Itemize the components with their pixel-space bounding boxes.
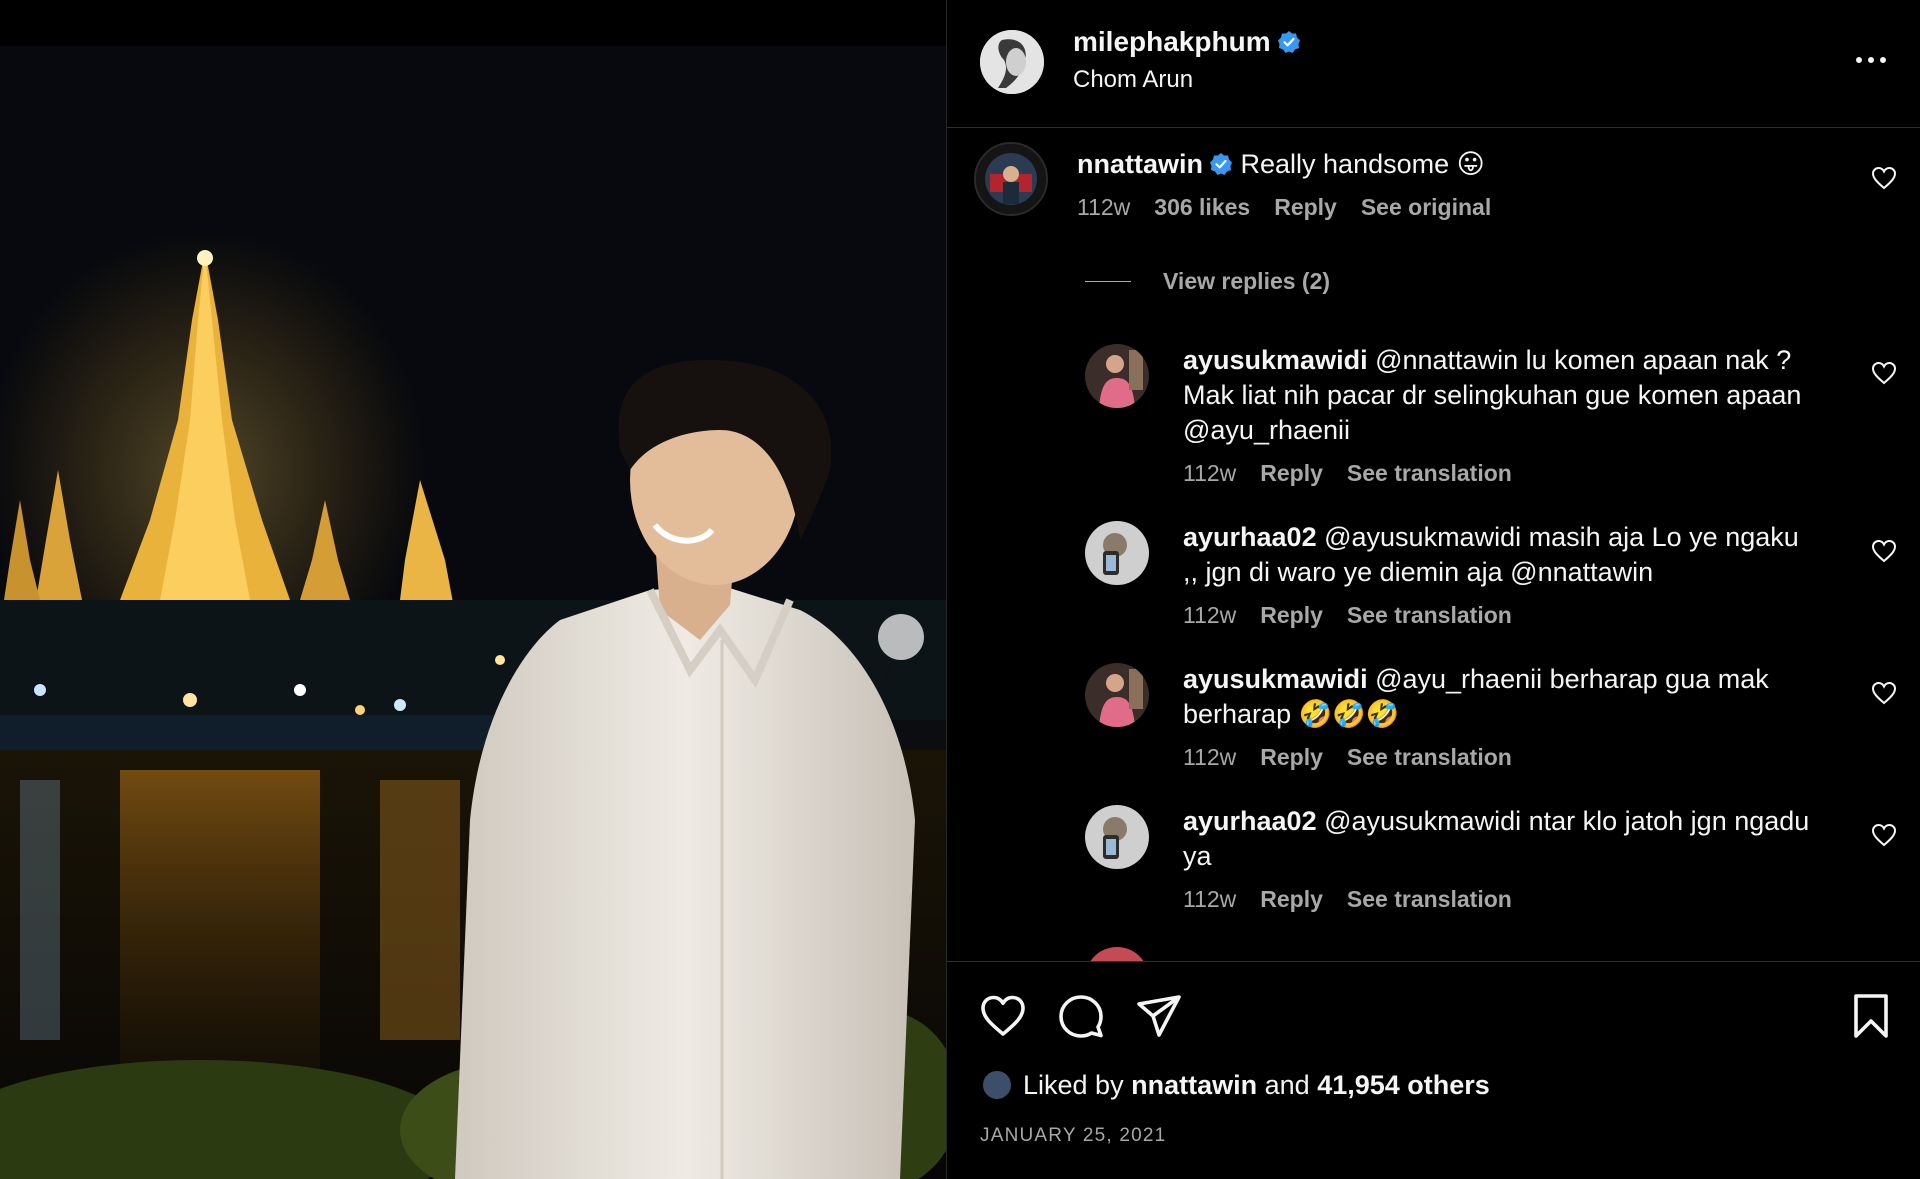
comment-username[interactable]: nnattawin <box>1077 149 1203 179</box>
comments-list[interactable]: nnattawin Really handsome 😛 112w 306 lik… <box>947 129 1920 961</box>
reply-meta: 112w Reply See translation <box>1183 602 1813 629</box>
post-date[interactable]: JANUARY 25, 2021 <box>980 1125 1166 1147</box>
more-options-icon[interactable] <box>1851 48 1891 72</box>
see-translation-button[interactable]: See translation <box>1347 602 1512 629</box>
post-location[interactable]: Chom Arun <box>1073 66 1193 94</box>
verified-badge-icon <box>1277 31 1300 53</box>
reply-username[interactable]: ayusukmawidi <box>1183 345 1368 375</box>
liked-by-and: and <box>1264 1069 1310 1100</box>
comment-time: 112w <box>1077 194 1131 220</box>
top-comment: nnattawin Really handsome 😛 112w 306 lik… <box>1077 147 1837 221</box>
reply-username[interactable]: ayurhaa02 <box>1183 806 1317 836</box>
liked-by: Liked by nnattawin and 41,954 others <box>981 1069 1490 1101</box>
comment-body: Really handsome 😛 <box>1240 149 1485 179</box>
photo-illustration <box>0 46 946 1179</box>
see-translation-button[interactable]: See translation <box>1347 744 1512 771</box>
verified-badge-icon <box>1210 153 1232 175</box>
reply-comment: ayusukmawidi @nnattawin lu komen apaan n… <box>1183 343 1813 487</box>
reply-avatar-image <box>1085 663 1149 727</box>
reply-username[interactable]: ayusukmawidi <box>1183 664 1368 694</box>
partial-reply-avatar <box>1085 947 1149 961</box>
owner-username[interactable]: milephakphum <box>1073 26 1301 58</box>
reply-button[interactable]: Reply <box>1260 744 1323 771</box>
reply-text: ayurhaa02 @ayusukmawidi ntar klo jatoh j… <box>1183 804 1813 874</box>
liked-by-prefix: Liked by <box>1023 1069 1124 1100</box>
comment-bubble-icon[interactable] <box>1057 992 1105 1040</box>
chevron-right-icon <box>883 661 894 679</box>
reply-avatar[interactable] <box>1085 663 1149 727</box>
owner-avatar[interactable] <box>980 30 1044 94</box>
view-replies-label: View replies (2) <box>1163 268 1331 294</box>
post-photo <box>0 0 946 1179</box>
photo-top-bar <box>0 0 946 46</box>
reply-button[interactable]: Reply <box>1274 194 1337 221</box>
reply-username[interactable]: ayurhaa02 <box>1183 522 1317 552</box>
reply-avatar-image <box>1085 805 1149 869</box>
comment-meta: 112w 306 likes Reply See original <box>1077 194 1837 221</box>
reply-meta: 112w Reply See translation <box>1183 886 1813 913</box>
post-header: milephakphum Chom Arun <box>947 0 1920 128</box>
paper-plane-icon[interactable] <box>1135 992 1183 1040</box>
reply-avatar[interactable] <box>1085 344 1149 408</box>
commenter-avatar[interactable] <box>974 142 1048 216</box>
comment-like-heart-icon[interactable] <box>1871 539 1897 563</box>
comment-like-heart-icon[interactable] <box>1871 681 1897 705</box>
view-replies-button[interactable]: View replies (2) <box>1085 268 1330 295</box>
comment-like-heart-icon[interactable] <box>1871 823 1897 847</box>
reply-time: 112w <box>1183 460 1237 486</box>
owner-avatar-image <box>980 30 1044 94</box>
reply-comment: ayurhaa02 @ayusukmawidi ntar klo jatoh j… <box>1183 804 1813 913</box>
comment-like-heart-icon[interactable] <box>1871 361 1897 385</box>
see-translation-button[interactable]: See translation <box>1347 460 1512 487</box>
reply-button[interactable]: Reply <box>1260 602 1323 629</box>
reply-button[interactable]: Reply <box>1260 886 1323 913</box>
reply-text: ayusukmawidi @ayu_rhaenii berharap gua m… <box>1183 662 1813 732</box>
view-replies-line <box>1085 281 1131 282</box>
comment-like-heart-icon[interactable] <box>1871 166 1897 190</box>
see-translation-button[interactable]: See translation <box>1347 886 1512 913</box>
reply-time: 112w <box>1183 886 1237 912</box>
commenter-avatar-image <box>976 144 1046 214</box>
reply-avatar[interactable] <box>1085 521 1149 585</box>
reply-comment: ayurhaa02 @ayusukmawidi masih aja Lo ye … <box>1183 520 1813 629</box>
heart-icon[interactable] <box>979 992 1027 1040</box>
comment-text-line: nnattawin Really handsome 😛 <box>1077 147 1837 182</box>
bookmark-icon[interactable] <box>1847 992 1895 1040</box>
liker-avatar[interactable] <box>981 1069 1013 1101</box>
reply-meta: 112w Reply See translation <box>1183 744 1813 771</box>
comment-likes[interactable]: 306 likes <box>1154 194 1250 221</box>
reply-text: ayurhaa02 @ayusukmawidi masih aja Lo ye … <box>1183 520 1813 590</box>
reply-comment: ayusukmawidi @ayu_rhaenii berharap gua m… <box>1183 662 1813 771</box>
reply-avatar-image <box>1085 344 1149 408</box>
reply-button[interactable]: Reply <box>1260 460 1323 487</box>
see-original-button[interactable]: See original <box>1361 194 1491 221</box>
post-panel: milephakphum Chom Arun nnattawin Really … <box>946 0 1920 1179</box>
next-photo-button[interactable] <box>878 614 924 679</box>
reply-avatar[interactable] <box>1085 805 1149 869</box>
reply-text: ayusukmawidi @nnattawin lu komen apaan n… <box>1183 343 1813 448</box>
liked-by-others[interactable]: 41,954 others <box>1317 1070 1490 1101</box>
liked-by-user[interactable]: nnattawin <box>1131 1070 1257 1101</box>
post-actions: Liked by nnattawin and 41,954 others JAN… <box>947 961 1920 1179</box>
reply-time: 112w <box>1183 744 1237 770</box>
reply-meta: 112w Reply See translation <box>1183 460 1813 487</box>
reply-avatar-image <box>1085 521 1149 585</box>
owner-username-text[interactable]: milephakphum <box>1073 26 1271 57</box>
reply-time: 112w <box>1183 602 1237 628</box>
